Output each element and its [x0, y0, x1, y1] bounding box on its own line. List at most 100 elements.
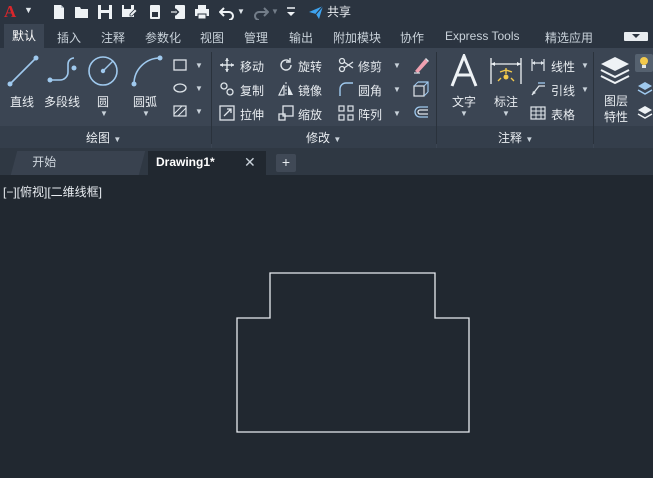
rectangle-dropdown-icon[interactable]: ▼ — [195, 61, 203, 70]
app-menu-dropdown-icon[interactable]: ▼ — [24, 5, 33, 15]
redo-icon[interactable] — [252, 3, 269, 20]
tab-manage[interactable]: 管理 — [244, 29, 268, 46]
tab-default[interactable]: 默认 — [4, 24, 45, 48]
stretch-icon[interactable] — [219, 105, 235, 121]
arc-dropdown-icon[interactable]: ▼ — [142, 109, 150, 118]
layer-isolate-icon[interactable] — [637, 104, 653, 120]
plot-printer-icon[interactable] — [193, 3, 210, 20]
tab-featured-apps[interactable]: 精选应用 — [545, 29, 593, 46]
fillet-icon[interactable] — [338, 81, 354, 97]
tab-insert[interactable]: 插入 — [57, 29, 81, 46]
tab-start[interactable]: 开始 — [10, 151, 146, 175]
tab-express-tools[interactable]: Express Tools — [445, 29, 519, 43]
circle-dropdown-icon[interactable]: ▼ — [100, 109, 108, 118]
leader-dropdown-icon[interactable]: ▼ — [581, 85, 589, 94]
polyline-icon[interactable] — [46, 56, 80, 86]
dimension-label[interactable]: 标注 — [494, 93, 518, 110]
app-logo-icon[interactable]: A — [4, 2, 16, 22]
new-tab-button[interactable]: + — [276, 154, 296, 172]
text-label[interactable]: 文字 — [452, 93, 476, 110]
layer-properties-label[interactable]: 图层 特性 — [604, 93, 628, 125]
circle-icon[interactable] — [86, 54, 120, 88]
explode-icon[interactable] — [412, 80, 430, 98]
move-label[interactable]: 移动 — [240, 58, 264, 75]
circle-label[interactable]: 圆 — [97, 93, 109, 110]
undo-dropdown-icon[interactable]: ▼ — [236, 3, 246, 20]
table-icon[interactable] — [530, 105, 546, 121]
drawn-polyline-shape[interactable] — [236, 272, 470, 433]
tab-output[interactable]: 输出 — [289, 29, 313, 46]
tab-parametric[interactable]: 参数化 — [145, 29, 181, 46]
arc-icon[interactable] — [130, 54, 164, 88]
line-icon[interactable] — [6, 54, 40, 88]
offset-icon[interactable] — [412, 104, 430, 122]
mirror-label[interactable]: 镜像 — [298, 82, 322, 99]
polyline-label[interactable]: 多段线 — [44, 93, 80, 110]
move-icon[interactable] — [219, 57, 235, 73]
arc-label[interactable]: 圆弧 — [133, 93, 157, 110]
mirror-icon[interactable] — [278, 81, 294, 97]
new-file-icon[interactable] — [50, 3, 67, 20]
linear-dimension-icon[interactable] — [530, 57, 546, 73]
linear-label[interactable]: 线性 — [551, 58, 575, 75]
customize-toolbar-icon[interactable] — [285, 3, 297, 20]
trim-scissors-icon[interactable] — [338, 57, 354, 73]
tab-drawing1[interactable]: Drawing1* ✕ — [148, 151, 266, 175]
text-dropdown-icon[interactable]: ▼ — [460, 109, 468, 118]
array-icon[interactable] — [338, 105, 354, 121]
dimension-icon[interactable] — [488, 54, 524, 88]
open-web-mobile-icon[interactable] — [146, 3, 163, 20]
drawing-canvas[interactable] — [0, 175, 653, 478]
leader-icon[interactable] — [530, 81, 546, 97]
scale-label[interactable]: 缩放 — [298, 106, 322, 123]
file-tabs-bar: 开始 Drawing1* ✕ + — [0, 148, 653, 175]
undo-icon[interactable] — [218, 3, 235, 20]
layer-lightbulb-icon[interactable] — [635, 54, 653, 72]
copy-icon[interactable] — [219, 81, 235, 97]
hatch-dropdown-icon[interactable]: ▼ — [195, 107, 203, 116]
draw-panel-title[interactable]: 绘图 ▼ — [86, 129, 121, 146]
fillet-label[interactable]: 圆角 — [358, 82, 382, 99]
hatch-ellipse-icon[interactable] — [172, 81, 188, 95]
ribbon-minimize-button[interactable] — [624, 32, 648, 41]
layer-match-icon[interactable] — [637, 80, 653, 96]
tab-addins[interactable]: 附加模块 — [333, 29, 381, 46]
scale-icon[interactable] — [278, 105, 294, 121]
layer-properties-icon[interactable] — [599, 54, 633, 88]
save-as-icon[interactable] — [120, 3, 137, 20]
trim-label[interactable]: 修剪 — [358, 58, 382, 75]
dimension-dropdown-icon[interactable]: ▼ — [502, 109, 510, 118]
array-dropdown-icon[interactable]: ▼ — [393, 109, 401, 118]
text-icon[interactable] — [448, 54, 480, 88]
tab-collaborate[interactable]: 协作 — [400, 29, 424, 46]
modify-panel-expand-icon: ▼ — [333, 135, 342, 144]
trim-dropdown-icon[interactable]: ▼ — [393, 61, 401, 70]
panel-divider — [593, 52, 594, 144]
layers-panel-footer[interactable] — [594, 126, 653, 148]
copy-label[interactable]: 复制 — [240, 82, 264, 99]
erase-pencil-icon[interactable] — [412, 56, 430, 74]
rectangle-icon[interactable] — [172, 58, 188, 72]
save-icon[interactable] — [96, 3, 113, 20]
share-button[interactable]: 共享 — [308, 3, 351, 20]
linear-dropdown-icon[interactable]: ▼ — [581, 61, 589, 70]
rotate-label[interactable]: 旋转 — [298, 58, 322, 75]
rotate-icon[interactable] — [278, 57, 294, 73]
hatch-icon[interactable] — [172, 104, 188, 118]
save-web-mobile-icon[interactable] — [169, 3, 186, 20]
modify-panel-title[interactable]: 修改 ▼ — [306, 129, 341, 146]
array-label[interactable]: 阵列 — [358, 106, 382, 123]
table-label[interactable]: 表格 — [551, 106, 575, 123]
annotation-panel-title[interactable]: 注释 ▼ — [498, 129, 533, 146]
leader-label[interactable]: 引线 — [551, 82, 575, 99]
tab-view[interactable]: 视图 — [200, 29, 224, 46]
tab-annotate[interactable]: 注释 — [101, 29, 125, 46]
fillet-dropdown-icon[interactable]: ▼ — [393, 85, 401, 94]
line-label[interactable]: 直线 — [10, 93, 34, 110]
ellipse-dropdown-icon[interactable]: ▼ — [195, 84, 203, 93]
stretch-label[interactable]: 拉伸 — [240, 106, 264, 123]
close-tab-icon[interactable]: ✕ — [244, 151, 256, 173]
open-folder-icon[interactable] — [73, 3, 90, 20]
redo-dropdown-icon[interactable]: ▼ — [270, 3, 280, 20]
drawing-tab-title: Drawing1* — [156, 155, 215, 169]
